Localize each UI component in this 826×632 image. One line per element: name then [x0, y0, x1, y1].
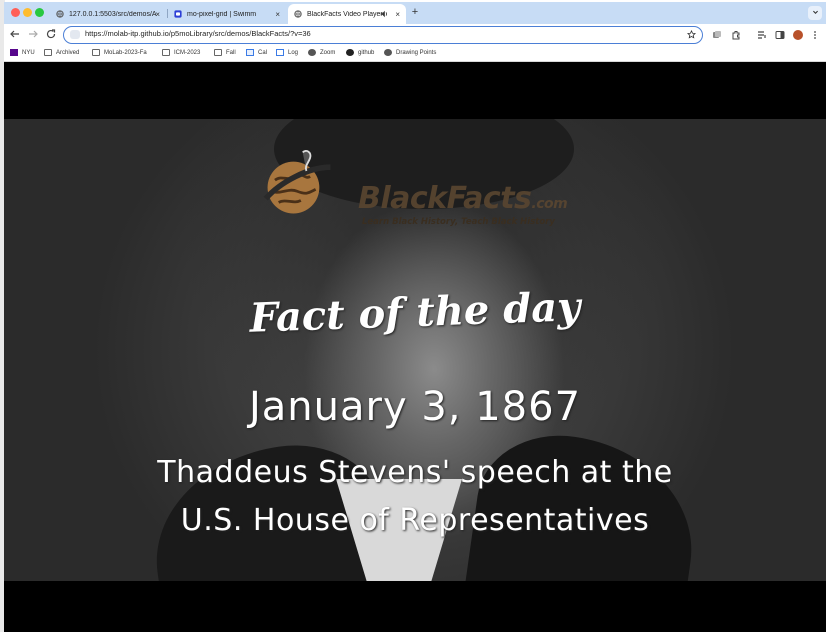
bookmarks-bar: NYU Archived MoLab-2023-Fa ICM-2023 Fall…	[4, 47, 826, 62]
globe-icon	[308, 49, 316, 56]
globe-logo-icon	[263, 150, 331, 214]
bookmark-zoom[interactable]: Zoom	[308, 49, 335, 56]
fact-description-line2: U.S. House of Representatives	[180, 503, 650, 538]
media-controls-icon[interactable]	[757, 30, 767, 40]
bookmark-fall[interactable]: Fall	[214, 49, 236, 56]
folder-icon	[214, 49, 222, 56]
bookmark-nyu[interactable]: NYU	[10, 49, 35, 56]
profile-avatar[interactable]	[793, 30, 803, 40]
calendar-icon	[246, 49, 254, 56]
bookmark-label: Cal	[258, 49, 268, 56]
bookmark-label: MoLab-2023-Fa	[104, 49, 147, 56]
fact-description-line1: Thaddeus Stevens' speech at the	[157, 455, 673, 490]
puzzle-icon[interactable]	[731, 30, 741, 40]
bookmark-label: github	[358, 49, 375, 56]
bookmark-github[interactable]: github	[346, 49, 374, 56]
brand-suffix: .com	[531, 196, 568, 212]
site-info-icon[interactable]	[70, 30, 80, 39]
side-panel-icon[interactable]	[775, 30, 785, 40]
tab-title: BlackFacts Video Player	[307, 10, 383, 18]
nyu-icon	[10, 49, 18, 56]
audio-playing-icon[interactable]	[380, 10, 388, 18]
address-bar[interactable]: https://molab-itp.github.io/p5moLibrary/…	[63, 26, 703, 44]
tab-localhost[interactable]: 127.0.0.1:5503/src/demos/A ×	[50, 4, 166, 24]
bookmark-drawing-points[interactable]: Drawing Points	[384, 49, 436, 56]
tab-swimm[interactable]: mo-pixel-grid | Swimm ×	[168, 4, 286, 24]
github-icon	[346, 49, 354, 56]
video-frame[interactable]: BlackFacts.com Learn Black History, Teac…	[4, 119, 826, 581]
bookmark-label: ICM-2023	[174, 49, 201, 56]
tab-title: 127.0.0.1:5503/src/demos/A	[69, 10, 157, 18]
brand-tagline: Learn Black History, Teach Black History	[362, 217, 555, 227]
bookmark-label: Log	[288, 49, 299, 56]
doc-icon	[276, 49, 284, 56]
tab-close-icon[interactable]: ×	[155, 10, 160, 19]
bookmark-archived[interactable]: Archived	[44, 49, 79, 56]
bookmark-label: Archived	[56, 49, 80, 56]
fact-of-the-day-heading: Fact of the day	[248, 283, 582, 342]
tab-blackfacts[interactable]: BlackFacts Video Player ×	[288, 4, 406, 24]
bookmark-molab[interactable]: MoLab-2023-Fa	[92, 49, 147, 56]
globe-icon	[56, 10, 64, 18]
bookmark-label: Fall	[226, 49, 236, 56]
tab-title: mo-pixel-grid | Swimm	[187, 10, 257, 18]
forward-arrow-icon[interactable]	[27, 29, 39, 39]
video-player[interactable]: BlackFacts.com Learn Black History, Teac…	[4, 63, 826, 632]
bookmark-icm[interactable]: ICM-2023	[162, 49, 200, 56]
blackfacts-logo: BlackFacts.com Learn Black History, Teac…	[262, 135, 582, 227]
globe-icon	[294, 10, 302, 18]
menu-kebab-icon[interactable]	[810, 30, 820, 40]
minimize-window-button[interactable]	[23, 8, 32, 17]
bookmark-cal[interactable]: Cal	[246, 49, 267, 56]
tab-search-button[interactable]	[808, 6, 822, 20]
maximize-window-button[interactable]	[35, 8, 44, 17]
url-text[interactable]: https://molab-itp.github.io/p5moLibrary/…	[85, 29, 311, 38]
extension-icon[interactable]	[712, 30, 722, 40]
globe-icon	[384, 49, 392, 56]
back-arrow-icon[interactable]	[9, 29, 21, 39]
reload-icon[interactable]	[45, 29, 57, 39]
tab-strip: 127.0.0.1:5503/src/demos/A × mo-pixel-gr…	[4, 2, 826, 24]
tab-close-icon[interactable]: ×	[395, 10, 400, 19]
brand-name: BlackFacts.com	[358, 181, 568, 216]
bookmark-label: Drawing Points	[396, 49, 437, 56]
fact-date: January 3, 1867	[248, 384, 582, 430]
browser-window: 127.0.0.1:5503/src/demos/A × mo-pixel-gr…	[4, 2, 826, 632]
brand-text: BlackFacts	[358, 181, 532, 216]
bookmark-star-icon[interactable]	[687, 30, 696, 39]
new-tab-button[interactable]: +	[408, 6, 422, 18]
swimm-icon	[174, 10, 182, 18]
bookmark-label: Zoom	[320, 49, 336, 56]
browser-toolbar: https://molab-itp.github.io/p5moLibrary/…	[4, 24, 826, 47]
tab-close-icon[interactable]: ×	[275, 10, 280, 19]
bookmark-log[interactable]: Log	[276, 49, 298, 56]
chevron-down-icon	[812, 10, 818, 14]
folder-icon	[162, 49, 170, 56]
close-window-button[interactable]	[11, 8, 20, 17]
folder-icon	[92, 49, 100, 56]
folder-icon	[44, 49, 52, 56]
bookmark-label: NYU	[22, 49, 35, 56]
